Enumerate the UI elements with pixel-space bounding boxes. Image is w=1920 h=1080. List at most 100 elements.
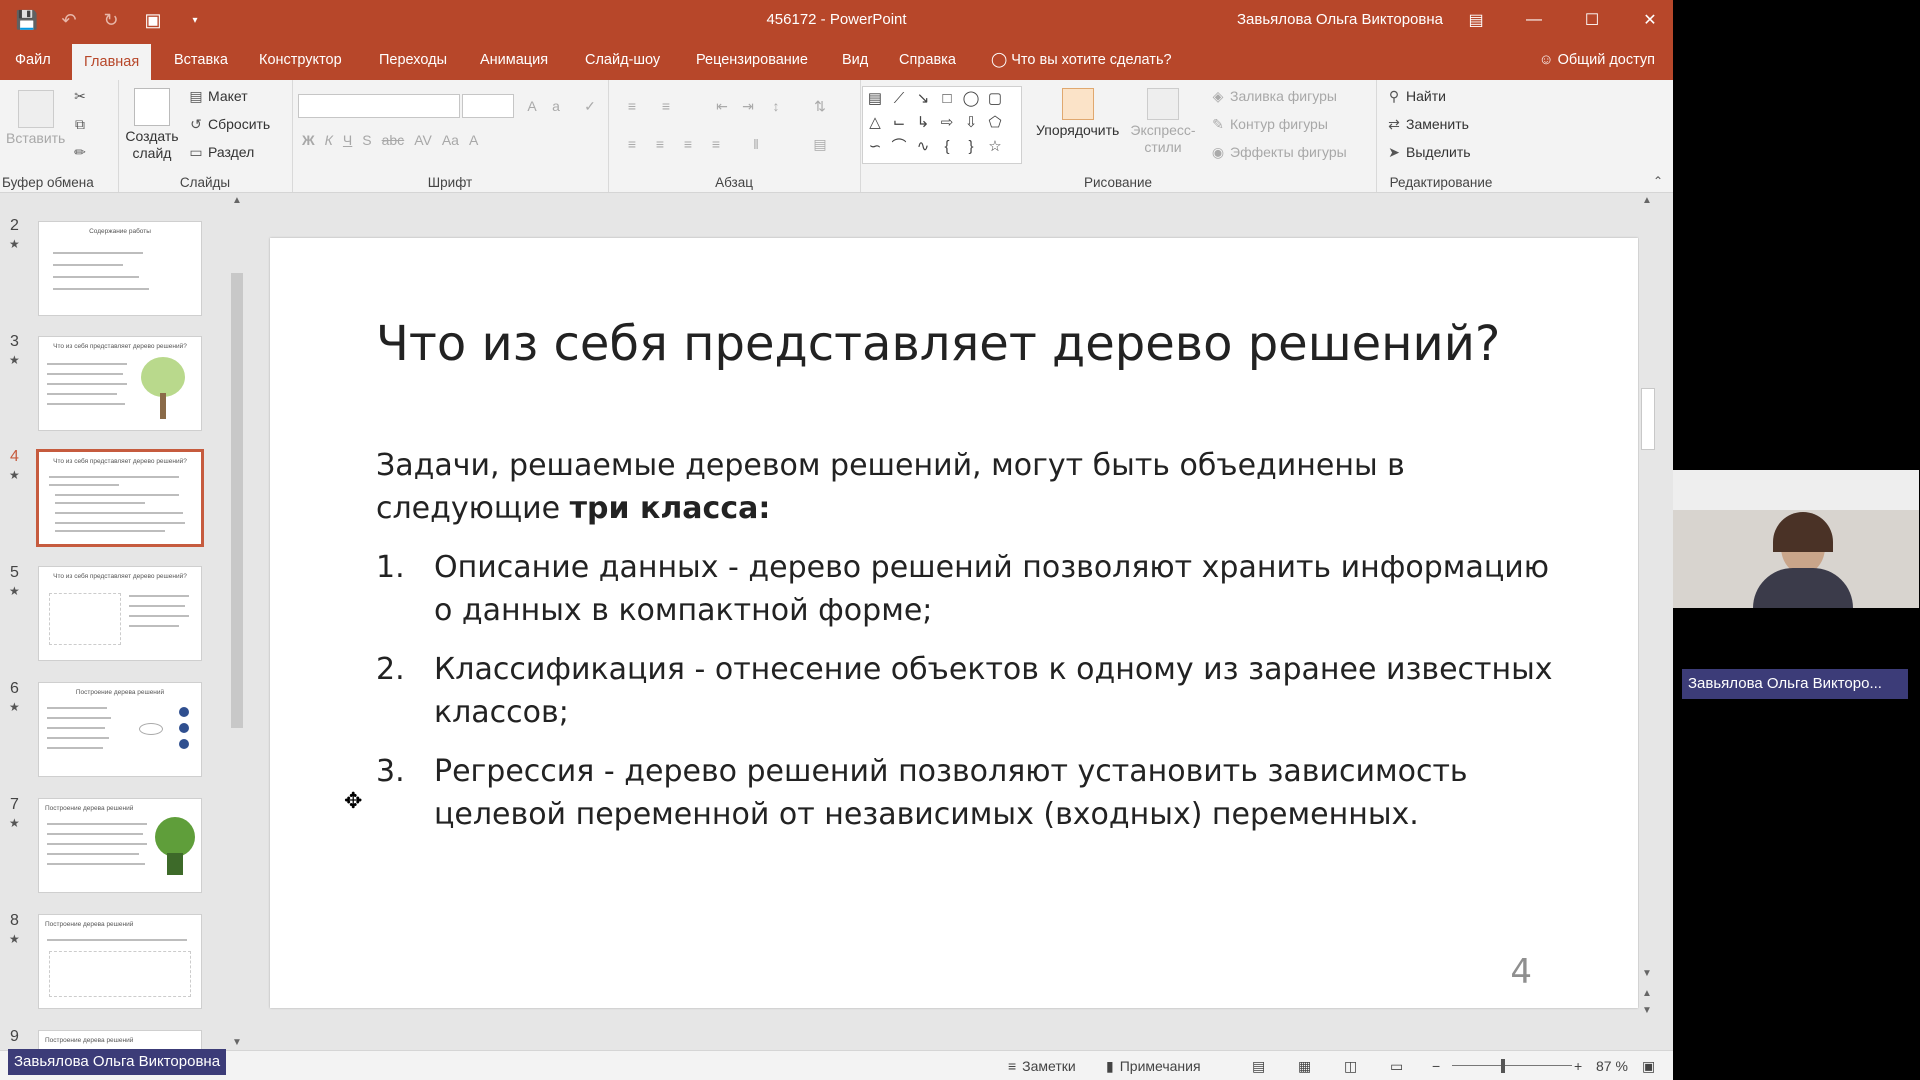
rectangle-shape-icon[interactable]: □ [937,89,957,109]
slide-thumbnail-7[interactable]: Построение дерева решений [38,798,202,893]
share-button[interactable]: ☺ Общий доступ [1539,40,1655,80]
slide-body[interactable]: Задачи, решаемые деревом решений, могут … [376,444,1576,836]
normal-view-icon[interactable]: ▤ [1252,1051,1265,1080]
star-shape-icon[interactable]: ☆ [985,137,1005,157]
left-brace-shape-icon[interactable]: { [937,137,957,157]
notes-button[interactable]: ≡ Заметки [1008,1051,1076,1080]
new-slide-button[interactable]: Создать слайд [125,88,179,162]
elbow-arrow-icon[interactable]: ↳ [913,113,933,133]
current-slide[interactable]: Что из себя представляет дерево решений?… [270,238,1638,1008]
replace-button[interactable]: ⇄ Заменить [1386,116,1469,132]
zoom-slider-thumb[interactable] [1501,1059,1505,1073]
down-arrow-shape-icon[interactable]: ⇩ [961,113,981,133]
scribble-shape-icon[interactable]: ∽ [865,137,885,157]
italic-button[interactable]: К [325,132,333,148]
scroll-down-icon[interactable]: ▼ [232,1037,242,1048]
bullets-icon[interactable]: ≡ [624,98,640,114]
scroll-up-icon[interactable]: ▲ [232,195,242,206]
paste-button[interactable]: Вставить [6,90,65,146]
strikethrough-button[interactable]: abc [382,132,405,148]
minimize-button[interactable]: — [1511,0,1557,40]
bold-button[interactable]: Ж [302,132,315,148]
underline-button[interactable]: Ч [343,132,352,148]
previous-slide-icon[interactable]: ▲ [1642,988,1652,999]
freeform-shape-icon[interactable]: ⬠ [985,113,1005,133]
slide-thumbnail-8[interactable]: Построение дерева решений [38,914,202,1009]
arc-shape-icon[interactable]: ⌒ [889,137,909,157]
quick-styles-button[interactable]: Экспресс-стили [1130,88,1196,156]
tab-slideshow[interactable]: Слайд-шоу [579,40,666,80]
curve-shape-icon[interactable]: ∿ [913,137,933,157]
increase-font-icon[interactable]: A [524,98,540,114]
comments-button[interactable]: ▮ Примечания [1106,1051,1201,1080]
section-button[interactable]: ▭ Раздел [188,144,254,160]
align-center-icon[interactable]: ≡ [652,136,668,152]
tab-view[interactable]: Вид [836,40,874,80]
copy-icon[interactable]: ⧉ [72,116,88,132]
scroll-down-icon[interactable]: ▼ [1642,968,1652,979]
zoom-in-icon[interactable]: + [1574,1051,1582,1080]
tab-design[interactable]: Конструктор [253,40,348,80]
slideshow-view-icon[interactable]: ▭ [1390,1051,1403,1080]
columns-icon[interactable]: ‖ [748,136,764,152]
slide-title[interactable]: Что из себя представляет дерево решений? [376,316,1500,372]
tab-help[interactable]: Справка [893,40,962,80]
right-arrow-shape-icon[interactable]: ⇨ [937,113,957,133]
shadow-button[interactable]: S [362,132,371,148]
decrease-font-icon[interactable]: a [548,98,564,114]
align-left-icon[interactable]: ≡ [624,136,640,152]
format-painter-icon[interactable]: ✏ [72,144,88,160]
shape-outline-button[interactable]: ✎ Контур фигуры [1210,116,1328,132]
align-text-icon[interactable]: ▤ [812,136,828,152]
reset-button[interactable]: ↺ Сбросить [188,116,270,132]
text-direction-icon[interactable]: ⇅ [812,98,828,114]
textbox-shape-icon[interactable]: ▤ [865,89,885,109]
shape-fill-button[interactable]: ◈ Заливка фигуры [1210,88,1337,104]
tab-transitions[interactable]: Переходы [373,40,453,80]
scroll-up-icon[interactable]: ▲ [1642,195,1652,206]
slide-thumbnail-2[interactable]: Содержание работы [38,221,202,316]
signed-in-user[interactable]: Завьялова Ольга Викторовна [1237,0,1443,40]
tab-file[interactable]: Файл [9,40,57,80]
triangle-shape-icon[interactable]: △ [865,113,885,133]
cut-icon[interactable]: ✂ [72,88,88,104]
select-button[interactable]: ➤ Выделить [1386,144,1470,160]
slide-thumbnail-3[interactable]: Что из себя представляет дерево решений? [38,336,202,431]
slide-thumbnail-4[interactable]: Что из себя представляет дерево решений? [36,449,204,547]
character-spacing-button[interactable]: AV [414,132,432,148]
font-color-button[interactable]: A [469,132,478,148]
slide-thumbnail-9[interactable]: Построение дерева решений [38,1030,202,1050]
next-slide-icon[interactable]: ▼ [1642,1005,1652,1016]
fit-slide-icon[interactable]: ▣ [1642,1051,1655,1080]
tab-review[interactable]: Рецензирование [690,40,814,80]
oval-shape-icon[interactable]: ◯ [961,89,981,109]
clear-formatting-icon[interactable]: ✓ [582,98,598,114]
elbow-connector-icon[interactable]: ⌙ [889,113,909,133]
arrange-button[interactable]: Упорядочить [1036,88,1119,138]
editor-scrollbar[interactable]: ▲ ▼ ▲ ▼ [1639,193,1655,1050]
slide-sorter-icon[interactable]: ▦ [1298,1051,1311,1080]
layout-button[interactable]: ▤ Макет [188,88,247,104]
slide-thumbnail-6[interactable]: Построение дерева решений [38,682,202,777]
rounded-rect-shape-icon[interactable]: ▢ [985,89,1005,109]
tab-home[interactable]: Главная [72,44,152,80]
participant-video[interactable] [1673,470,1919,608]
line-spacing-icon[interactable]: ↕ [768,98,784,114]
tab-insert[interactable]: Вставка [168,40,234,80]
zoom-slider[interactable] [1452,1051,1572,1080]
slide-thumbnail-5[interactable]: Что из себя представляет дерево решений? [38,566,202,661]
zoom-out-icon[interactable]: − [1432,1051,1440,1080]
reading-view-icon[interactable]: ◫ [1344,1051,1357,1080]
justify-icon[interactable]: ≡ [708,136,724,152]
close-button[interactable]: ✕ [1627,0,1673,40]
increase-indent-icon[interactable]: ⇥ [740,98,756,114]
editor-scroll-thumb[interactable] [1641,388,1655,450]
decrease-indent-icon[interactable]: ⇤ [714,98,730,114]
align-right-icon[interactable]: ≡ [680,136,696,152]
zoom-level[interactable]: 87 % [1596,1051,1628,1080]
find-button[interactable]: ⚲ Найти [1386,88,1446,104]
shape-effects-button[interactable]: ◉ Эффекты фигуры [1210,144,1347,160]
ribbon-display-options-icon[interactable]: ▤ [1453,0,1499,40]
maximize-button[interactable]: ☐ [1569,0,1615,40]
font-size-combo[interactable] [462,94,514,118]
